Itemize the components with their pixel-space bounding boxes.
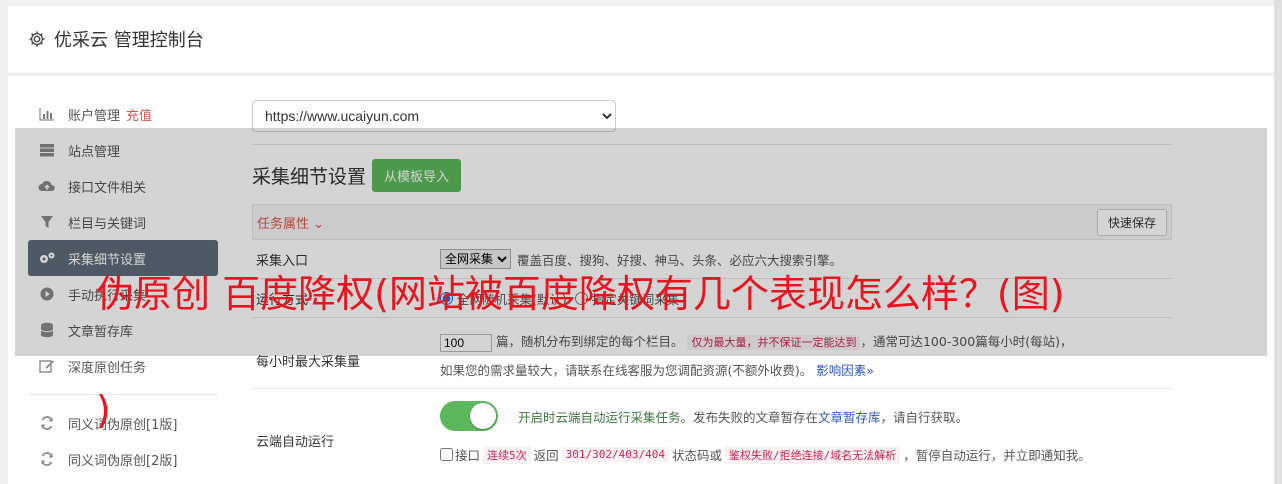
scrollbar[interactable] <box>1274 0 1282 484</box>
notify-text-4: ，暂停自动运行，并立即通知我。 <box>903 448 1091 463</box>
top-header: 优采云 管理控制台 <box>8 6 1274 74</box>
refresh-icon <box>38 415 56 431</box>
chevron-double-down-icon: » <box>866 363 874 378</box>
cloud-run-text-2: ，请自行获取。 <box>880 409 969 425</box>
sidebar-divider <box>28 394 218 395</box>
notify-text-1: 接口 <box>455 448 481 463</box>
notify-text-3: 状态码或 <box>672 448 723 463</box>
refresh-icon <box>38 451 56 467</box>
edit-icon <box>38 358 56 374</box>
cloud-run-text-1: 发布失败的文章暂存在 <box>693 409 819 425</box>
app-title-text: 优采云 管理控制台 <box>54 30 204 51</box>
gray-overlay <box>15 128 1267 356</box>
article-store-link[interactable]: 文章暂存库 <box>818 407 881 426</box>
sidebar-item-label: 深度原创任务 <box>68 360 147 376</box>
cloud-run-enabled-text: 开启时云端自动运行采集任务。 <box>518 409 694 425</box>
notify-code-3: 鉴权失败/拒绝连接/域名无法解析 <box>725 445 901 464</box>
notify-code-2: 301/302/403/404 <box>561 447 669 462</box>
recharge-link[interactable]: 充值 <box>126 105 152 124</box>
cloud-run-toggle[interactable] <box>440 401 498 431</box>
notify-checkbox[interactable] <box>440 448 453 461</box>
max-text-3: 如果您的需求量较大，请联系在线客服为您调配资源(不额外收费)。 <box>440 363 813 378</box>
app-title: 优采云 管理控制台 <box>28 26 204 52</box>
sidebar-item-account[interactable]: 账户管理 充值 <box>28 96 218 132</box>
sidebar-item-synonym-v2[interactable]: 同义词伪原创[2版] <box>28 441 218 477</box>
bar-chart-icon <box>38 106 56 122</box>
notify-code-1: 连续5次 <box>483 445 531 464</box>
gear-icon <box>29 31 45 47</box>
influence-factors-link[interactable]: 影响因素 <box>816 363 866 378</box>
watermark-title-cont: ) <box>96 388 111 432</box>
sidebar-item-label: 同义词伪原创[2版] <box>68 453 178 469</box>
toggle-knob <box>470 403 496 429</box>
cloud-run-label: 云端自动运行 <box>256 434 335 450</box>
sidebar-item-synonym-v1[interactable]: 同义词伪原创[1版] <box>28 405 218 441</box>
notify-text-2: 返回 <box>533 448 559 463</box>
row-cloud-run: 云端自动运行 开启时云端自动运行采集任务。 发布失败的文章暂存在 文章暂存库 ，… <box>252 389 1172 479</box>
sidebar-item-label: 账户管理 <box>68 108 121 124</box>
sidebar-item-label: 同义词伪原创[1版] <box>68 417 178 433</box>
watermark-title: 伪原创 百度降权(网站被百度降权有几个表现怎么样？(图) <box>96 272 1065 316</box>
